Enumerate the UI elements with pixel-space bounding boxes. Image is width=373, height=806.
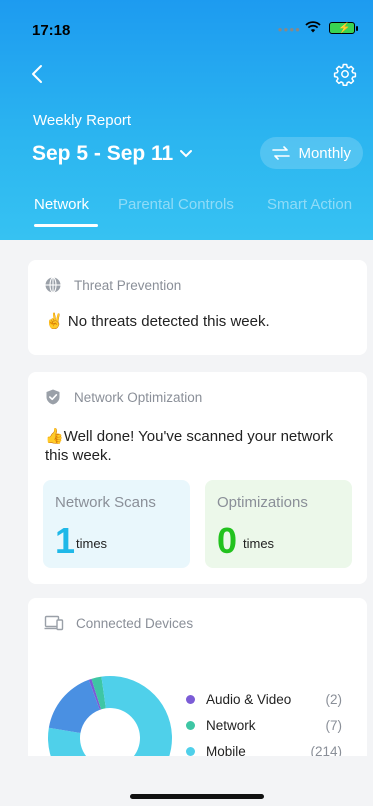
connected-devices-card: Connected Devices Audio & Video (2) Networ… [28, 598, 367, 772]
legend-dot [186, 721, 195, 730]
devices-icon [44, 615, 64, 631]
tab-parental-controls[interactable]: Parental Controls [118, 196, 234, 213]
network-scans-label: Network Scans [55, 494, 156, 511]
network-scans-value: 1 [55, 520, 76, 561]
swap-arrows-icon [272, 146, 291, 160]
signal-dots-icon: ●●●● [277, 25, 301, 34]
chevron-down-icon [180, 150, 193, 158]
home-indicator[interactable] [130, 794, 264, 799]
optimization-message: Well done! You've scanned your network t… [45, 428, 334, 464]
tab-parental-controls-label: Parental Controls [118, 196, 234, 213]
legend-count: (2) [325, 692, 343, 707]
tab-network-label: Network [34, 196, 90, 213]
date-range-selector[interactable]: Sep 5 - Sep 11 [32, 142, 193, 166]
optimization-status-text: 👍Well done! You've scanned your network … [45, 427, 345, 465]
optimizations-value: 0 [217, 520, 238, 561]
devices-card-title: Connected Devices [76, 615, 194, 631]
optimizations-label: Optimizations [217, 494, 308, 511]
threat-card-title: Threat Prevention [74, 277, 182, 293]
globe-icon [45, 276, 61, 294]
status-time: 17:18 [32, 22, 71, 39]
devices-card-header: Connected Devices [44, 614, 193, 632]
threat-message: No threats detected this week. [67, 313, 270, 330]
threat-status-text: ✌️ No threats detected this week. [45, 312, 270, 331]
date-range-label: Sep 5 - Sep 11 [32, 142, 174, 165]
network-scans-unit: times [76, 536, 108, 551]
header-hero: 17:18 ●●●● ⚡ Weekly Report Sep 5 - Sep 1… [0, 0, 373, 240]
battery-icon: ⚡ [329, 22, 358, 34]
victory-hand-icon: ✌️ [45, 313, 64, 330]
legend-dot [186, 747, 195, 756]
settings-gear-icon[interactable] [333, 62, 357, 86]
legend-item: Network (7) [186, 716, 356, 736]
monthly-label: Monthly [298, 144, 351, 162]
legend-dot [186, 695, 195, 704]
thumbs-up-icon: 👍 [45, 428, 64, 445]
tab-network[interactable]: Network [34, 196, 98, 227]
shield-check-icon [46, 389, 60, 405]
report-content: Threat Prevention ✌️ No threats detected… [0, 242, 373, 772]
status-bar: 17:18 ●●●● ⚡ [0, 0, 373, 44]
legend-label: Network [206, 718, 256, 733]
tab-smart-action[interactable]: Smart Action [267, 196, 352, 213]
threat-card-header: Threat Prevention [44, 276, 181, 294]
report-tabs: Network Parental Controls Smart Action [0, 196, 373, 230]
report-subtitle: Weekly Report [33, 112, 132, 129]
threat-prevention-card: Threat Prevention ✌️ No threats detected… [28, 260, 367, 355]
monthly-toggle-button[interactable]: Monthly [260, 137, 363, 169]
network-optimization-card: Network Optimization 👍Well done! You've … [28, 372, 367, 584]
legend-item: Audio & Video (2) [186, 690, 356, 710]
optimization-card-title: Network Optimization [74, 389, 203, 405]
network-scans-stat: Network Scans 1 times [43, 480, 190, 568]
legend-label: Audio & Video [206, 692, 292, 707]
optimizations-stat: Optimizations 0 times [205, 480, 352, 568]
wifi-icon [305, 21, 321, 33]
optimization-card-header: Network Optimization [44, 388, 202, 406]
tab-smart-action-label: Smart Action [267, 196, 353, 213]
legend-count: (7) [325, 718, 343, 733]
back-chevron-icon[interactable] [28, 62, 48, 86]
tab-active-underline [34, 224, 98, 227]
optimizations-unit: times [243, 536, 275, 551]
page: { "status": {"time": "17:18"}, "header":… [0, 0, 373, 806]
